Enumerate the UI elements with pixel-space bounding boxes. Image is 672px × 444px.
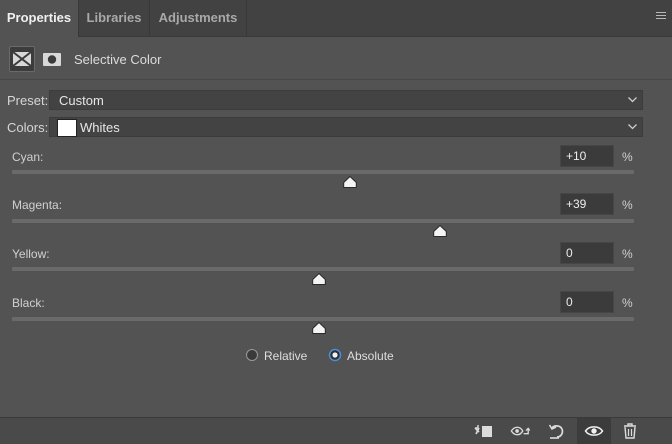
- panel-title: Selective Color: [74, 52, 162, 67]
- chevron-down-icon: [628, 97, 637, 103]
- slider-label: Black:: [12, 296, 45, 310]
- percent-unit: %: [622, 198, 633, 212]
- trash-icon[interactable]: [620, 422, 640, 440]
- slider-label: Cyan:: [12, 150, 44, 164]
- visibility-eye-icon[interactable]: [584, 422, 604, 440]
- layer-mask-icon[interactable]: [39, 46, 65, 72]
- tab-libraries[interactable]: Libraries: [79, 0, 150, 36]
- color-swatch: [57, 119, 77, 137]
- cyan-slider-thumb[interactable]: [343, 176, 357, 188]
- panel-menu-icon[interactable]: [656, 12, 666, 22]
- cyan-slider-track[interactable]: [12, 170, 634, 174]
- colors-value: Whites: [80, 120, 120, 135]
- clip-to-layer-icon[interactable]: [473, 422, 493, 440]
- slider-label: Yellow:: [12, 247, 50, 261]
- black-slider-track[interactable]: [12, 317, 634, 321]
- yellow-slider-track[interactable]: [12, 267, 634, 271]
- relative-radio[interactable]: [245, 348, 259, 362]
- preset-dropdown[interactable]: Custom: [49, 90, 643, 110]
- colors-dropdown[interactable]: Whites: [49, 117, 643, 137]
- absolute-label[interactable]: Absolute: [347, 349, 394, 363]
- relative-label[interactable]: Relative: [264, 349, 307, 363]
- magenta-slider-track[interactable]: [12, 219, 634, 223]
- percent-unit: %: [622, 247, 633, 261]
- slider-label: Magenta:: [12, 198, 63, 212]
- magenta-slider-thumb[interactable]: [433, 225, 448, 237]
- tab-properties[interactable]: Properties: [0, 0, 79, 37]
- header-divider: [0, 79, 672, 80]
- panel-bottom-bar: [0, 417, 672, 444]
- panel-tab-bar: Properties Libraries Adjustments: [0, 0, 672, 37]
- colors-label: Colors:: [7, 120, 49, 135]
- preset-label: Preset:: [7, 93, 49, 108]
- adjustment-layer-icon[interactable]: [9, 46, 35, 72]
- percent-unit: %: [622, 150, 633, 164]
- yellow-value-field[interactable]: 0: [560, 242, 614, 264]
- view-previous-state-icon[interactable]: [510, 422, 530, 440]
- magenta-value-field[interactable]: +39: [560, 193, 614, 215]
- cyan-value-field[interactable]: +10: [560, 145, 614, 167]
- reset-icon[interactable]: [547, 422, 567, 440]
- tab-adjustments[interactable]: Adjustments: [150, 0, 247, 36]
- absolute-radio[interactable]: [328, 348, 342, 362]
- percent-unit: %: [622, 296, 633, 310]
- chevron-down-icon: [628, 124, 637, 130]
- black-slider-thumb[interactable]: [312, 322, 326, 334]
- black-value-field[interactable]: 0: [560, 291, 614, 313]
- yellow-slider-thumb[interactable]: [312, 273, 326, 285]
- preset-value: Custom: [59, 93, 104, 108]
